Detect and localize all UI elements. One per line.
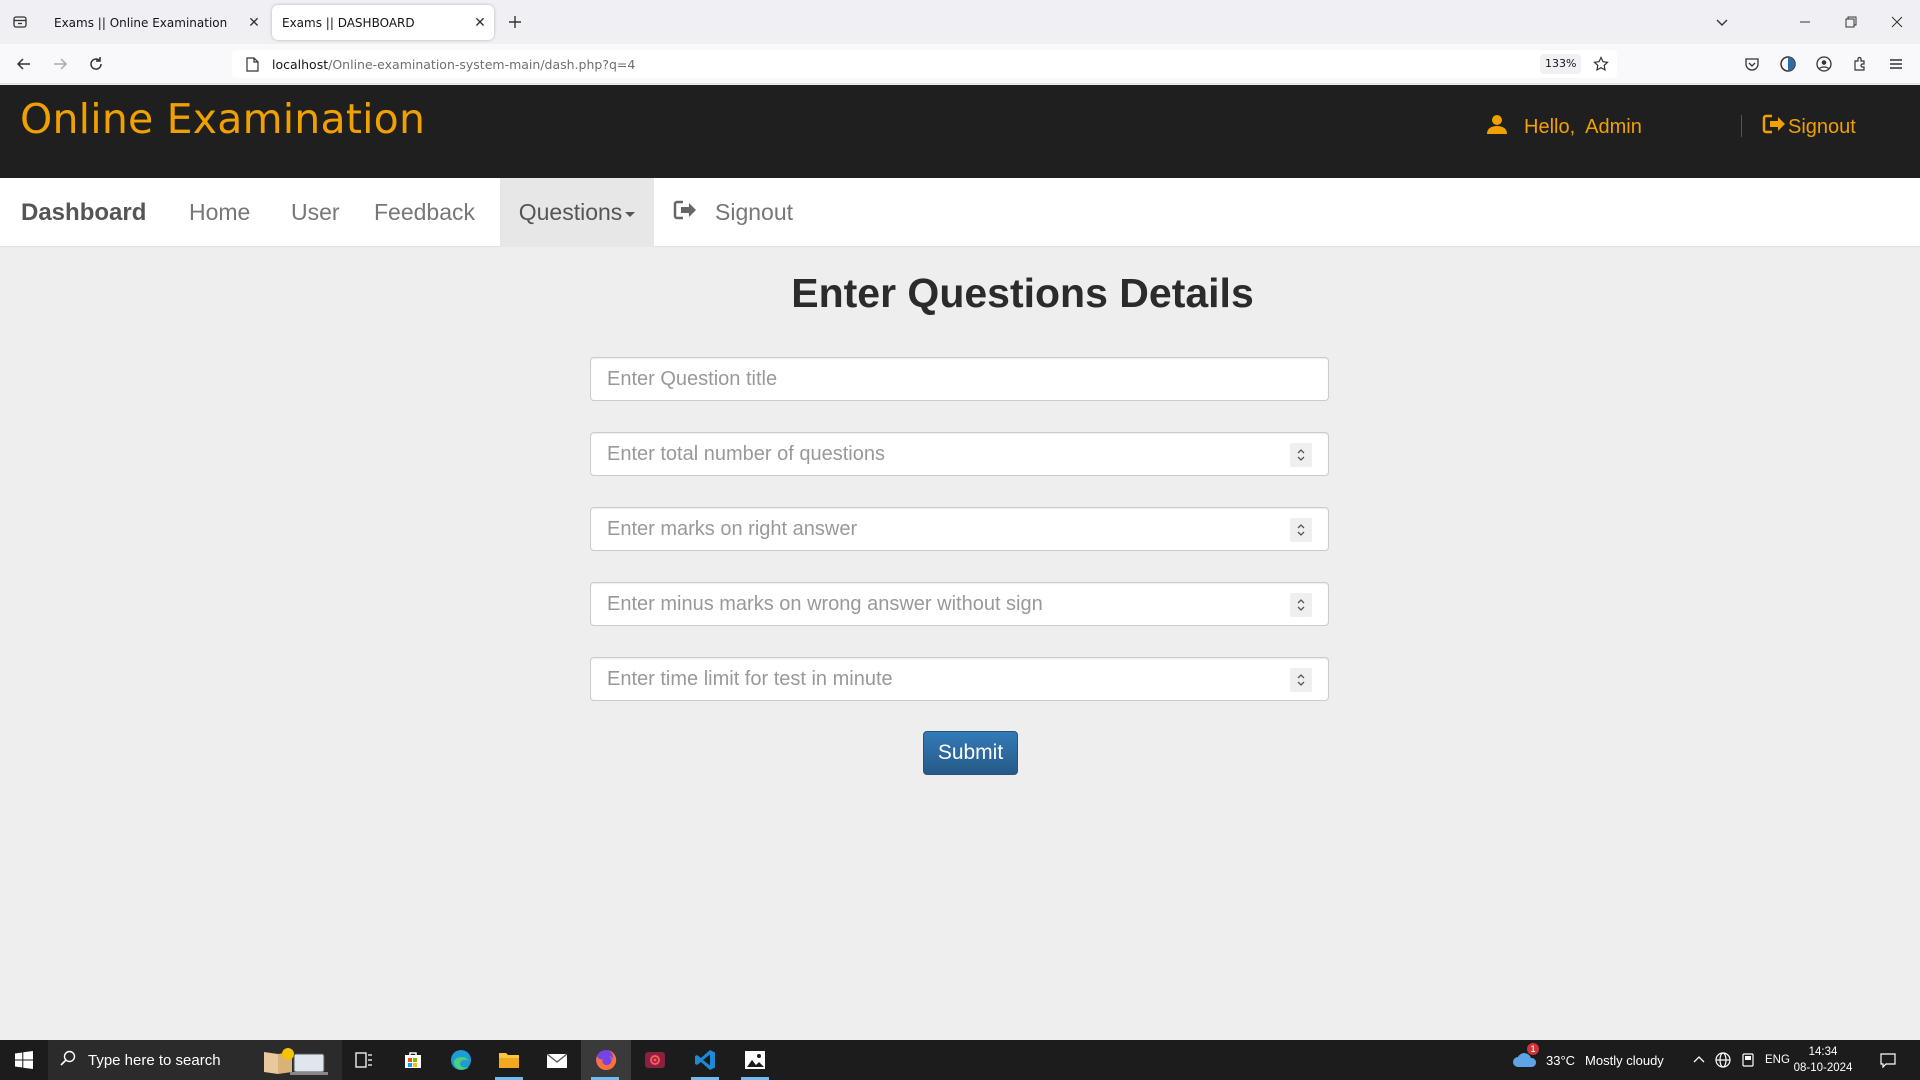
clock-date: 08-10-2024 bbox=[1793, 1062, 1853, 1074]
pocket-icon[interactable] bbox=[1740, 52, 1764, 76]
site-title: Online Examination bbox=[20, 95, 426, 143]
minimize-icon[interactable] bbox=[1790, 8, 1820, 36]
signout-icon bbox=[673, 199, 697, 227]
tab-list-icon[interactable] bbox=[8, 10, 32, 34]
username: Admin bbox=[1585, 115, 1642, 138]
spinner-arrows-icon bbox=[1297, 449, 1305, 461]
browser-tab-dashboard[interactable]: Exams || DASHBOARD ✕ bbox=[272, 5, 494, 40]
mail-icon[interactable] bbox=[533, 1040, 581, 1080]
nav-item-home[interactable]: Home bbox=[189, 178, 250, 247]
wrong-marks-input[interactable] bbox=[591, 583, 1328, 625]
search-placeholder: Type here to search bbox=[88, 1051, 221, 1069]
submit-button[interactable]: Submit bbox=[923, 731, 1018, 775]
restore-icon[interactable] bbox=[1836, 8, 1866, 36]
vpn-icon[interactable] bbox=[1776, 52, 1800, 76]
task-view-icon[interactable] bbox=[340, 1040, 388, 1080]
site-header: Online Examination Hello, Admin Signout bbox=[0, 85, 1920, 178]
nav-item-feedback[interactable]: Feedback bbox=[374, 178, 475, 247]
show-hidden-icons-chevron-icon[interactable] bbox=[1693, 1040, 1705, 1080]
vscode-icon[interactable] bbox=[681, 1040, 729, 1080]
firefox-icon[interactable] bbox=[581, 1040, 631, 1080]
input-language[interactable]: ENG bbox=[1765, 1040, 1790, 1080]
system-clock[interactable]: 14:34 08-10-2024 bbox=[1788, 1044, 1858, 1076]
right-marks-field[interactable] bbox=[590, 507, 1329, 551]
windows-start-icon[interactable] bbox=[0, 1040, 48, 1080]
extensions-icon[interactable] bbox=[1848, 52, 1872, 76]
user-icon bbox=[1486, 113, 1508, 141]
total-questions-field[interactable] bbox=[590, 432, 1329, 476]
browser-nav-bar: localhost/Online-examination-system-main… bbox=[0, 44, 1920, 84]
page-icon bbox=[232, 56, 272, 72]
close-icon[interactable]: ✕ bbox=[240, 9, 268, 37]
file-explorer-icon[interactable] bbox=[485, 1040, 533, 1080]
page-title: Enter Questions Details bbox=[791, 270, 1254, 316]
edge-browser-icon[interactable] bbox=[437, 1040, 485, 1080]
url-host: localhost bbox=[272, 56, 329, 72]
browser-tab-online-examination[interactable]: Exams || Online Examination ✕ bbox=[44, 5, 268, 40]
notifications-icon[interactable] bbox=[1880, 1040, 1896, 1080]
close-icon[interactable]: ✕ bbox=[466, 9, 494, 37]
right-marks-input[interactable] bbox=[591, 508, 1328, 550]
number-spinner[interactable] bbox=[1290, 518, 1312, 542]
weather-alert-badge: 1 bbox=[1527, 1042, 1539, 1055]
photos-icon[interactable] bbox=[731, 1040, 779, 1080]
clock-time: 14:34 bbox=[1808, 1046, 1838, 1058]
number-spinner[interactable] bbox=[1290, 443, 1312, 467]
weather-temperature: 33°C bbox=[1546, 1052, 1576, 1068]
header-divider bbox=[1741, 115, 1742, 137]
menu-icon[interactable] bbox=[1884, 52, 1908, 76]
zoom-level-badge[interactable]: 133% bbox=[1540, 54, 1582, 74]
search-highlight-illustration-icon bbox=[260, 1044, 338, 1080]
reload-icon[interactable] bbox=[84, 52, 108, 76]
nav-item-user[interactable]: User bbox=[291, 178, 340, 247]
battery-icon[interactable] bbox=[1741, 1040, 1755, 1080]
windows-taskbar: Type here to search 1 33°C Mostly cloudy… bbox=[0, 1040, 1920, 1080]
tab-title: Exams || Online Examination bbox=[54, 15, 228, 30]
header-signout-link[interactable]: Signout bbox=[1762, 113, 1856, 141]
time-limit-input[interactable] bbox=[591, 658, 1328, 700]
wrong-marks-field[interactable] bbox=[590, 582, 1329, 626]
time-limit-field[interactable] bbox=[590, 657, 1329, 701]
taskbar-search-box[interactable]: Type here to search bbox=[48, 1040, 342, 1080]
bookmark-star-icon[interactable] bbox=[1589, 52, 1613, 76]
nav-signout-label: Signout bbox=[715, 199, 794, 225]
nav-brand-dashboard[interactable]: Dashboard bbox=[21, 178, 146, 247]
weather-widget[interactable]: 1 33°C Mostly cloudy bbox=[1512, 1040, 1664, 1080]
address-bar[interactable]: localhost/Online-examination-system-main… bbox=[232, 50, 1617, 78]
spinner-arrows-icon bbox=[1297, 674, 1305, 686]
tab-title: Exams || DASHBOARD bbox=[282, 15, 415, 30]
spinner-arrows-icon bbox=[1297, 524, 1305, 536]
total-questions-input[interactable] bbox=[591, 433, 1328, 475]
forward-arrow-icon[interactable] bbox=[48, 52, 72, 76]
tab-overflow-chevron-icon[interactable] bbox=[1707, 8, 1737, 36]
signout-label: Signout bbox=[1788, 115, 1856, 138]
window-close-icon[interactable] bbox=[1882, 8, 1912, 36]
new-tab-icon[interactable] bbox=[503, 10, 527, 34]
search-icon bbox=[60, 1050, 76, 1070]
spinner-arrows-icon bbox=[1297, 599, 1305, 611]
nav-questions-label: Questions bbox=[518, 199, 623, 225]
back-arrow-icon[interactable] bbox=[12, 52, 36, 76]
number-spinner[interactable] bbox=[1290, 593, 1312, 617]
microsoft-store-icon[interactable] bbox=[389, 1040, 437, 1080]
network-globe-icon[interactable] bbox=[1715, 1040, 1731, 1080]
browser-tab-bar: Exams || Online Examination ✕ Exams || D… bbox=[0, 0, 1920, 44]
signout-icon bbox=[1762, 113, 1786, 141]
user-greeting: Hello, Admin bbox=[1486, 113, 1642, 141]
hello-text: Hello, bbox=[1524, 115, 1576, 138]
cloudy-weather-icon: 1 bbox=[1512, 1042, 1539, 1072]
question-title-input[interactable] bbox=[591, 358, 1328, 400]
question-title-field[interactable] bbox=[590, 357, 1329, 401]
number-spinner[interactable] bbox=[1290, 668, 1312, 692]
caret-down-icon bbox=[625, 211, 636, 217]
account-icon[interactable] bbox=[1812, 52, 1836, 76]
nav-item-questions-dropdown[interactable]: Questions bbox=[500, 178, 654, 247]
main-navbar: Dashboard Home User Feedback Questions S… bbox=[0, 178, 1920, 247]
nav-item-signout[interactable]: Signout bbox=[673, 178, 793, 247]
screen-recorder-icon[interactable] bbox=[631, 1040, 679, 1080]
weather-condition: Mostly cloudy bbox=[1585, 1052, 1664, 1068]
url-path: /Online-examination-system-main/dash.php… bbox=[328, 56, 636, 72]
